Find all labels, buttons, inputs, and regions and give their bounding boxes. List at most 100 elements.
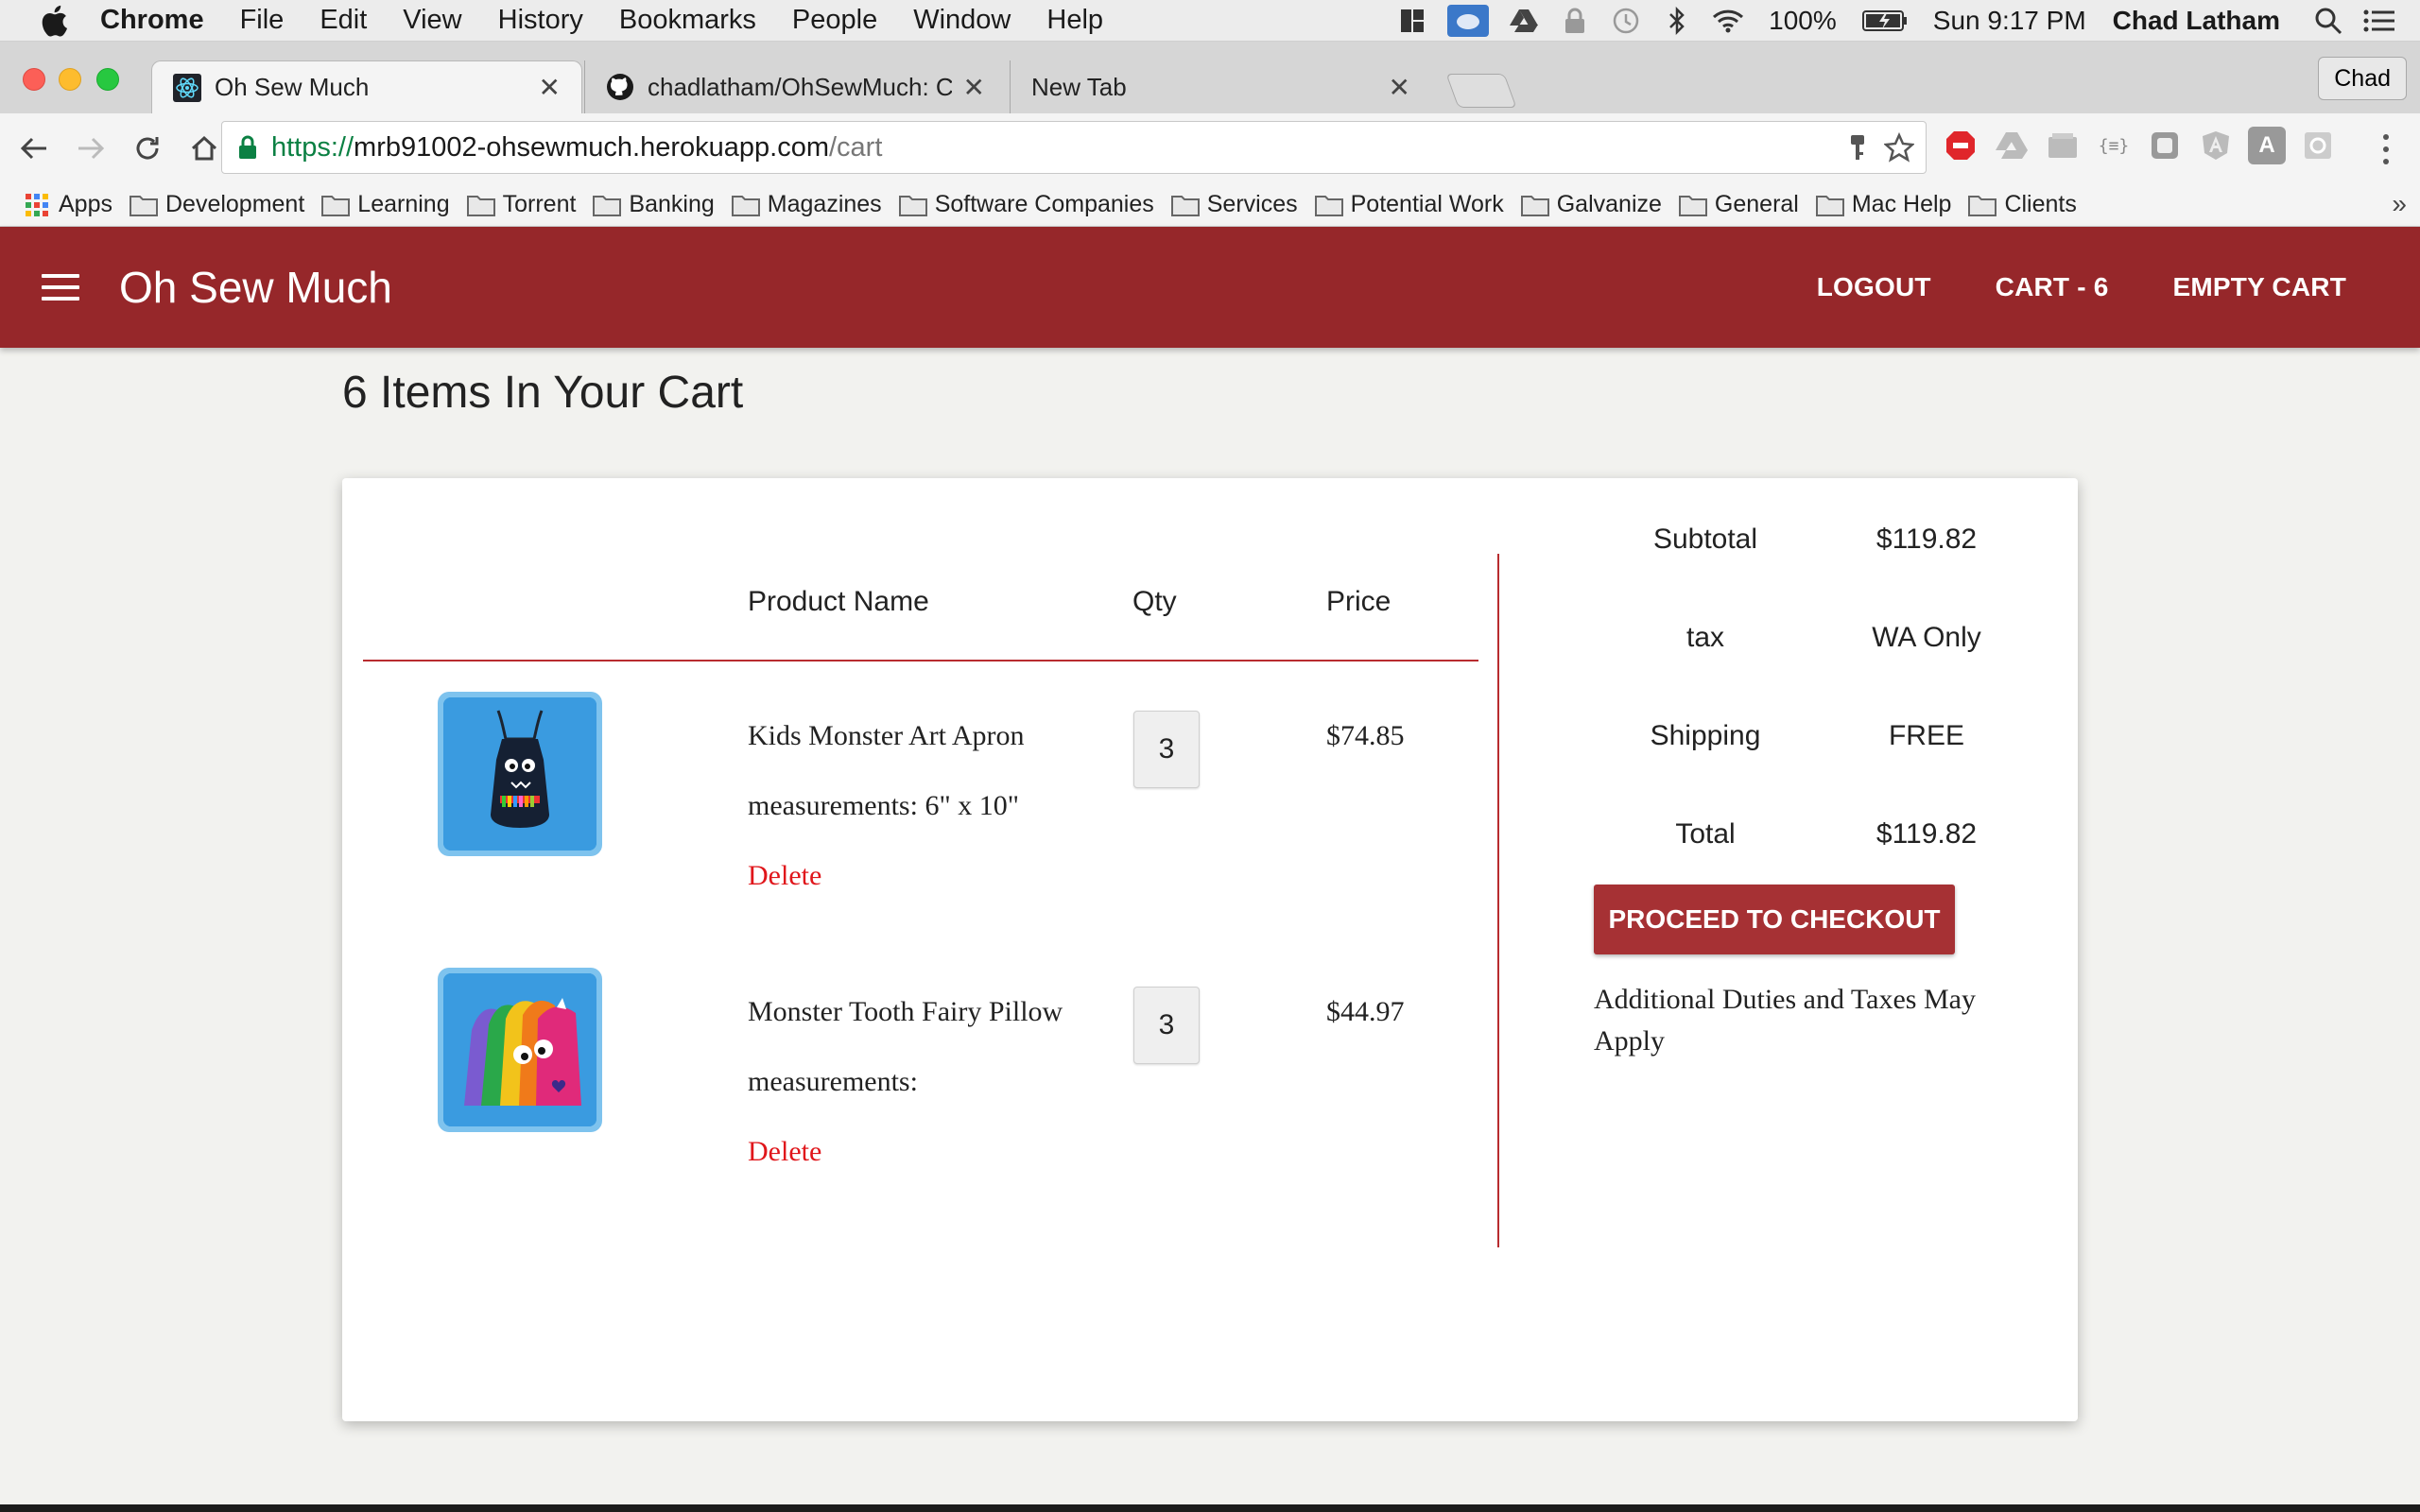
- product-measurements: measurements: 6" x 10": [748, 790, 1019, 821]
- cart-link[interactable]: CART - 6: [1996, 272, 2109, 302]
- bookmark-label: Potential Work: [1350, 191, 1504, 217]
- google-drive-extension-icon[interactable]: [1993, 127, 2031, 164]
- proceed-to-checkout-button[interactable]: PROCEED TO CHECKOUT: [1594, 885, 1955, 954]
- tab-github[interactable]: chadlatham/OhSewMuch: Cust ✕: [584, 60, 1006, 113]
- browser-tabstrip: Oh Sew Much ✕ chadlatham/OhSewMuch: Cust…: [0, 42, 2420, 113]
- menu-people[interactable]: People: [792, 5, 877, 36]
- bookmark-folder-learning[interactable]: Learning: [321, 191, 450, 218]
- bookmark-folder-magazines[interactable]: Magazines: [731, 191, 882, 218]
- tax-label: tax: [1685, 622, 1725, 653]
- menubar-user[interactable]: Chad Latham: [2113, 6, 2280, 36]
- bookmark-folder-services[interactable]: Services: [1170, 191, 1298, 218]
- bookmark-folder-general[interactable]: General: [1678, 191, 1799, 218]
- bookmark-folder-development[interactable]: Development: [129, 191, 305, 218]
- header-divider: [363, 660, 1478, 662]
- notification-center-icon[interactable]: [2363, 5, 2395, 37]
- bookmark-folder-clients[interactable]: Clients: [1968, 191, 2077, 218]
- shipping-value: FREE: [1888, 720, 1964, 751]
- subtotal-label: Subtotal: [1652, 524, 1758, 555]
- tab-close-icon[interactable]: ✕: [539, 72, 561, 103]
- bookmark-label: General: [1714, 191, 1799, 217]
- font-extension-icon[interactable]: A: [2248, 127, 2286, 164]
- cloud-sync-icon[interactable]: [1447, 4, 1490, 37]
- tab-close-icon[interactable]: ✕: [963, 72, 985, 103]
- folder-icon: [1968, 194, 1997, 216]
- bookmark-folder-banking[interactable]: Banking: [593, 191, 715, 218]
- menubar-clock[interactable]: Sun 9:17 PM: [1933, 6, 2086, 36]
- browser-toolbar: https:// mrb91002-ohsewmuch.herokuapp.co…: [0, 113, 2420, 183]
- bookmark-label: Torrent: [502, 191, 577, 217]
- quantity-input[interactable]: 3: [1133, 987, 1200, 1064]
- bluetooth-icon[interactable]: [1661, 5, 1693, 37]
- folder-icon: [1170, 194, 1200, 216]
- address-bar[interactable]: https:// mrb91002-ohsewmuch.herokuapp.co…: [221, 121, 1927, 174]
- bookmark-folder-torrent[interactable]: Torrent: [466, 191, 577, 218]
- secure-lock-icon[interactable]: [235, 133, 260, 162]
- spotlight-search-icon[interactable]: [2312, 5, 2344, 37]
- bookmark-label: Galvanize: [1556, 191, 1662, 217]
- brand-title[interactable]: Oh Sew Much: [119, 262, 392, 313]
- profile-button[interactable]: Chad: [2318, 57, 2407, 100]
- bookmark-folder-software-companies[interactable]: Software Companies: [898, 191, 1154, 218]
- tab-new-tab[interactable]: New Tab ✕: [1010, 60, 1431, 113]
- media-extension-icon[interactable]: [2044, 127, 2082, 164]
- menu-view[interactable]: View: [403, 5, 461, 36]
- apple-icon[interactable]: [36, 3, 72, 39]
- delete-item-button[interactable]: Delete: [748, 1136, 821, 1168]
- menu-edit[interactable]: Edit: [320, 5, 367, 36]
- bookmark-folder-mac-help[interactable]: Mac Help: [1815, 191, 1951, 218]
- time-machine-icon[interactable]: [1610, 5, 1642, 37]
- angular-icon[interactable]: [2197, 127, 2235, 164]
- bookmark-star-icon[interactable]: [1882, 130, 1916, 164]
- menu-file[interactable]: File: [240, 5, 285, 36]
- ublock-icon[interactable]: [1942, 127, 1979, 164]
- product-thumbnail-pillow[interactable]: [438, 968, 602, 1132]
- menu-bookmarks[interactable]: Bookmarks: [619, 5, 756, 36]
- battery-icon[interactable]: [1861, 5, 1909, 37]
- app-header: Oh Sew Much LOGOUT CART - 6 EMPTY CART: [0, 227, 2420, 348]
- shipping-label: Shipping: [1650, 720, 1761, 751]
- window-minimize-button[interactable]: [59, 68, 81, 91]
- quantity-input[interactable]: 3: [1133, 711, 1200, 788]
- bookmark-label: Development: [164, 191, 305, 217]
- folder-icon: [731, 194, 760, 216]
- header-nav: LOGOUT CART - 6 EMPTY CART: [1753, 272, 2346, 302]
- tile-icon[interactable]: [1396, 5, 1428, 37]
- macos-menubar: Chrome File Edit View History Bookmarks …: [0, 0, 2420, 42]
- lock-icon[interactable]: [1559, 5, 1591, 37]
- window-zoom-button[interactable]: [96, 68, 119, 91]
- hamburger-menu-icon[interactable]: [40, 268, 81, 306]
- column-header-qty: Qty: [1132, 586, 1177, 617]
- wifi-icon[interactable]: [1712, 5, 1744, 37]
- puzzle-extension-icon[interactable]: [2299, 127, 2337, 164]
- window-close-button[interactable]: [23, 68, 45, 91]
- empty-cart-link[interactable]: EMPTY CART: [2173, 272, 2347, 302]
- menu-window[interactable]: Window: [913, 5, 1011, 36]
- menu-help[interactable]: Help: [1046, 5, 1103, 36]
- menu-app-chrome[interactable]: Chrome: [100, 5, 204, 36]
- delete-item-button[interactable]: Delete: [748, 860, 821, 892]
- back-button[interactable]: [11, 126, 57, 171]
- new-tab-button[interactable]: [1445, 74, 1517, 108]
- bookmark-apps[interactable]: Apps: [23, 191, 112, 218]
- square-extension-icon[interactable]: [2146, 127, 2184, 164]
- react-icon: [173, 73, 201, 102]
- reload-button[interactable]: [125, 126, 170, 171]
- tab-close-icon[interactable]: ✕: [1389, 72, 1410, 103]
- bookmark-folder-potential-work[interactable]: Potential Work: [1314, 191, 1504, 218]
- home-button[interactable]: [182, 126, 227, 171]
- product-thumbnail-apron[interactable]: [438, 692, 602, 856]
- column-header-product-name: Product Name: [748, 586, 929, 617]
- bookmark-label: Learning: [357, 191, 450, 217]
- folder-icon: [898, 194, 927, 216]
- key-icon[interactable]: [1841, 130, 1875, 164]
- menu-history[interactable]: History: [498, 5, 583, 36]
- tab-oh-sew-much[interactable]: Oh Sew Much ✕: [151, 60, 582, 113]
- logout-link[interactable]: LOGOUT: [1817, 272, 1931, 302]
- google-drive-icon[interactable]: [1508, 5, 1540, 37]
- json-formatter-icon[interactable]: {≡}: [2095, 127, 2133, 164]
- forward-button[interactable]: [68, 126, 113, 171]
- bookmarks-overflow-icon[interactable]: »: [2392, 189, 2407, 219]
- chrome-menu-icon[interactable]: [2369, 130, 2403, 168]
- bookmark-folder-galvanize[interactable]: Galvanize: [1520, 191, 1662, 218]
